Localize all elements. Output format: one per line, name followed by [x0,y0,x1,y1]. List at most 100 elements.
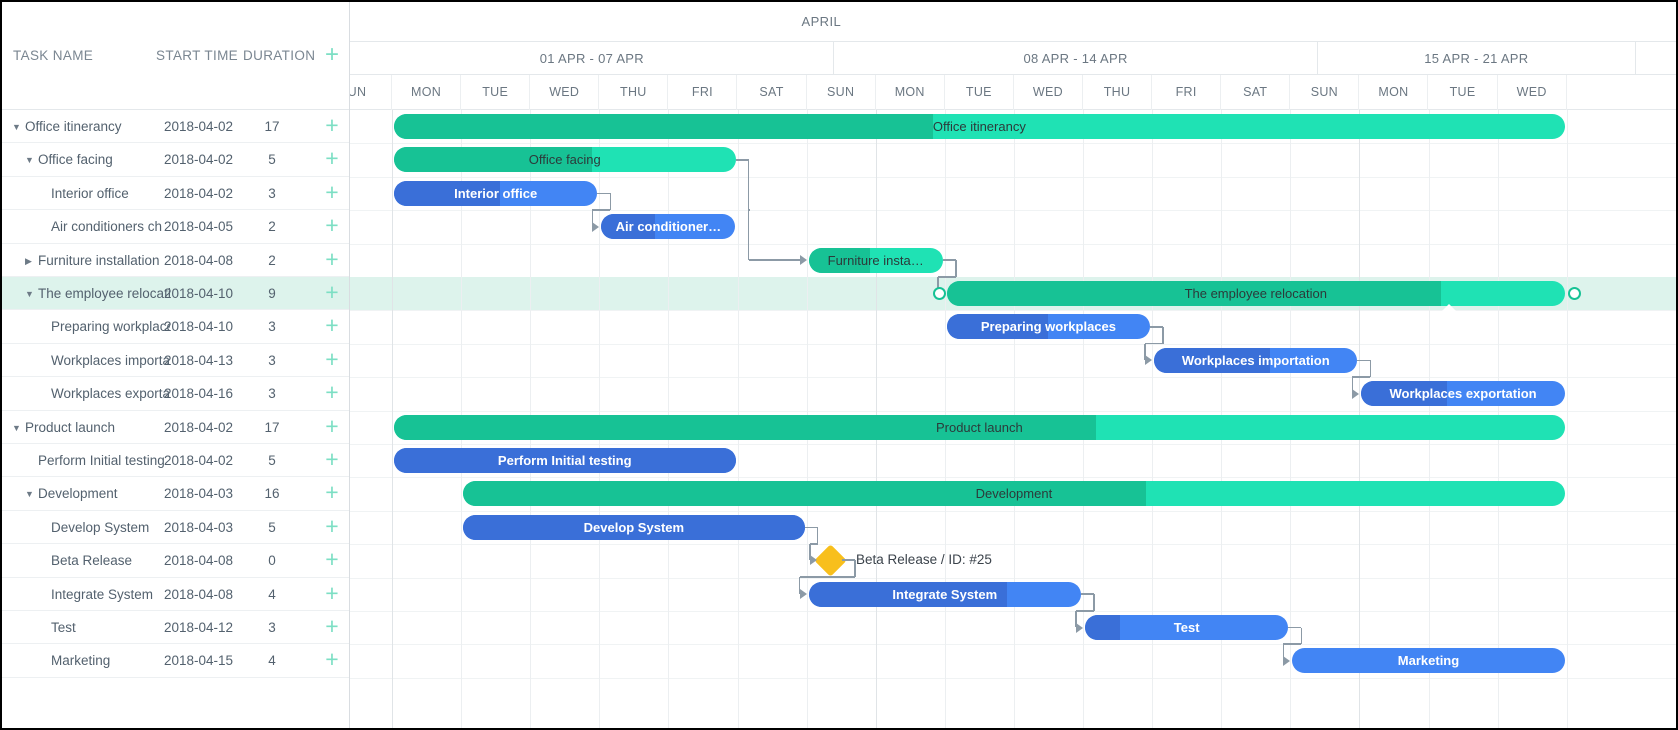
collapse-caret-icon[interactable]: ▼ [25,486,38,503]
task-row[interactable]: Air conditioners ch 2018-04-05 2 + [2,210,349,244]
add-subtask-icon[interactable]: + [323,147,341,170]
add-subtask-icon[interactable]: + [323,381,341,404]
task-row[interactable]: ▼ Development 2018-04-03 16 + [2,477,349,511]
task-duration[interactable]: 17 [255,119,289,134]
task-name-cell[interactable]: Workplaces importation [38,353,170,371]
task-duration[interactable]: 5 [255,453,289,468]
add-subtask-icon[interactable]: + [323,281,341,304]
add-subtask-icon[interactable]: + [323,114,341,137]
add-subtask-icon[interactable]: + [323,414,341,437]
summary-bar[interactable]: Office facing [394,147,736,173]
task-duration[interactable]: 3 [255,186,289,201]
summary-bar[interactable]: Product launch [394,414,1565,440]
task-duration[interactable]: 16 [255,486,289,501]
task-name-cell[interactable]: Develop System [38,520,149,538]
add-subtask-icon[interactable]: + [323,514,341,537]
task-name-cell[interactable]: ▼The employee relocation [25,286,170,304]
task-duration[interactable]: 3 [255,386,289,401]
task-start-date[interactable]: 2018-04-08 [164,253,233,268]
collapse-caret-icon[interactable]: ▼ [25,286,38,303]
task-duration[interactable]: 4 [255,587,289,602]
bar-end-handle[interactable] [1567,287,1581,300]
task-start-date[interactable]: 2018-04-02 [164,453,233,468]
summary-bar[interactable]: The employee relocation [946,281,1565,306]
task-duration[interactable]: 0 [255,553,289,568]
task-row[interactable]: Develop System 2018-04-03 5 + [2,511,349,545]
task-duration[interactable]: 4 [255,653,289,668]
task-name-cell[interactable]: Preparing workplaces [38,319,170,337]
add-subtask-icon[interactable]: + [323,548,341,571]
task-duration[interactable]: 3 [255,353,289,368]
task-start-date[interactable]: 2018-04-10 [164,286,233,301]
task-bar[interactable]: Integrate System [808,581,1081,607]
task-name-cell[interactable]: ▼ Office itinerancy [12,119,122,137]
add-subtask-icon[interactable]: + [323,214,341,237]
task-start-date[interactable]: 2018-04-08 [164,587,233,602]
task-start-date[interactable]: 2018-04-10 [164,319,233,334]
task-start-date[interactable]: 2018-04-08 [164,553,233,568]
task-name-cell[interactable]: Beta Release [38,553,132,571]
task-row[interactable]: ▼ Product launch 2018-04-02 17 + [2,411,349,444]
task-start-date[interactable]: 2018-04-15 [164,653,233,668]
task-start-date[interactable]: 2018-04-03 [164,486,233,501]
task-bar[interactable]: Workplaces exportation [1361,381,1565,407]
task-bar[interactable]: Preparing workplaces [946,314,1151,340]
add-subtask-icon[interactable]: + [323,314,341,337]
task-start-date[interactable]: 2018-04-02 [164,420,233,435]
summary-bar[interactable]: Furniture insta… [808,247,943,273]
task-name-cell[interactable]: Workplaces exportation [38,386,170,404]
task-row[interactable]: Beta Release 2018-04-08 0 + [2,544,349,578]
task-start-date[interactable]: 2018-04-13 [164,353,233,368]
column-header-duration[interactable]: DURATION [243,48,315,63]
task-duration[interactable]: 17 [255,420,289,435]
add-subtask-icon[interactable]: + [323,347,341,370]
progress-drag-handle[interactable] [1441,304,1458,312]
timeline-body[interactable]: Office itinerancy Office facing Interior o… [350,110,1676,728]
task-bar[interactable]: Workplaces importation [1154,347,1358,373]
task-row[interactable]: Perform Initial testing 2018-04-02 5 + [2,444,349,478]
task-name-cell[interactable]: ▼ Office facing [25,152,113,170]
task-row[interactable]: Interior office 2018-04-02 3 + [2,177,349,211]
task-name-cell[interactable]: Interior office [38,186,129,204]
summary-bar[interactable]: Office itinerancy [394,114,1565,139]
add-subtask-icon[interactable]: + [323,180,341,203]
task-start-date[interactable]: 2018-04-05 [164,219,233,234]
task-bar[interactable]: Test [1085,615,1289,640]
task-start-date[interactable]: 2018-04-12 [164,620,233,635]
add-subtask-icon[interactable]: + [323,481,341,504]
add-column-icon[interactable]: + [323,43,341,67]
task-start-date[interactable]: 2018-04-02 [164,152,233,167]
bar-start-handle[interactable] [932,287,946,300]
task-row[interactable]: Workplaces importation2018-04-13 3 + [2,344,349,378]
task-duration[interactable]: 5 [255,152,289,167]
collapse-caret-icon[interactable]: ▼ [25,152,38,169]
summary-bar[interactable]: Development [463,481,1565,507]
task-bar[interactable]: Air conditioner… [601,214,736,240]
task-start-date[interactable]: 2018-04-02 [164,186,233,201]
task-row[interactable]: ▼ Office facing 2018-04-02 5 + [2,143,349,177]
task-name-cell[interactable]: ▶ Furniture installation [25,253,160,271]
task-name-cell[interactable]: Integrate System [38,587,153,605]
task-name-cell[interactable]: Air conditioners ch [38,219,162,237]
add-subtask-icon[interactable]: + [323,247,341,270]
column-header-task-name[interactable]: TASK NAME [13,48,93,63]
add-subtask-icon[interactable]: + [323,581,341,604]
add-subtask-icon[interactable]: + [323,615,341,638]
task-duration[interactable]: 3 [255,620,289,635]
task-duration[interactable]: 2 [255,253,289,268]
task-row[interactable]: ▼The employee relocation2018-04-10 9 + [2,277,349,311]
task-row[interactable]: Preparing workplaces 2018-04-10 3 + [2,310,349,344]
task-row[interactable]: Integrate System 2018-04-08 4 + [2,578,349,611]
task-bar[interactable]: Perform Initial testing [394,448,736,473]
task-duration[interactable]: 3 [255,319,289,334]
task-duration[interactable]: 9 [255,286,289,301]
task-row[interactable]: Marketing 2018-04-15 4 + [2,644,349,678]
task-bar[interactable]: Marketing [1292,648,1565,674]
task-row[interactable]: ▶ Furniture installation 2018-04-08 2 + [2,244,349,277]
task-name-cell[interactable]: Test [38,620,76,638]
task-name-cell[interactable]: ▼ Product launch [12,420,115,438]
collapse-caret-icon[interactable]: ▼ [12,119,25,136]
task-row[interactable]: Test 2018-04-12 3 + [2,611,349,645]
task-name-cell[interactable]: ▼ Development [25,486,118,504]
task-start-date[interactable]: 2018-04-02 [164,119,233,134]
